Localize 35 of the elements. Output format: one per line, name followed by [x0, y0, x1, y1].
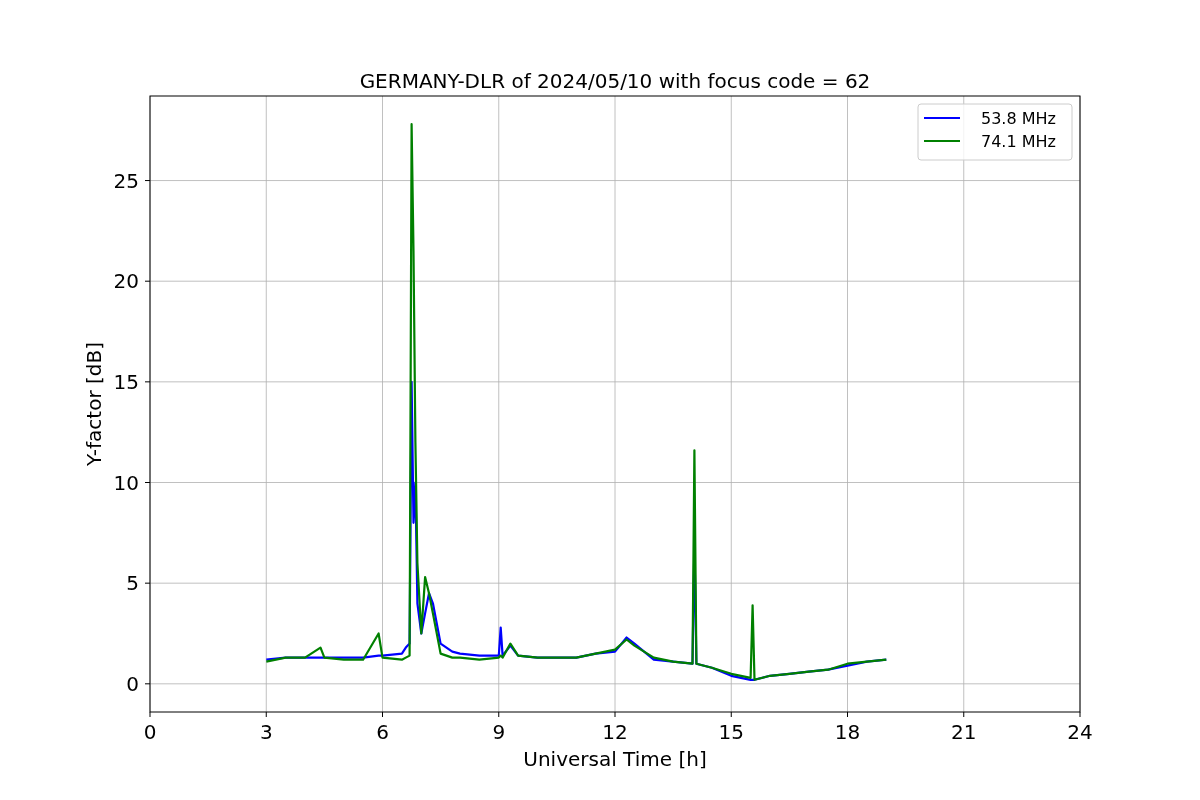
legend-label: 53.8 MHz [981, 109, 1056, 128]
tick-mark [382, 711, 383, 718]
tick-mark [144, 582, 151, 584]
y-tick-label: 5 [126, 571, 139, 596]
x-tick-label: 6 [376, 720, 389, 744]
x-tick-label: 21 [951, 720, 977, 744]
tick-mark [144, 683, 151, 685]
tick-mark [730, 711, 732, 718]
tick-mark [847, 711, 848, 718]
tick-mark [1079, 711, 1081, 718]
tick-mark [144, 180, 151, 182]
tick-mark [144, 482, 151, 483]
tick-mark [149, 711, 151, 718]
y-axis-label: Y-factor [dB] [82, 342, 106, 466]
x-tick-label: 15 [718, 720, 744, 744]
chart-title: GERMANY-DLR of 2024/05/10 with focus code = 62 [359, 69, 871, 93]
tick-mark [265, 711, 267, 718]
legend-label: 74.1 MHz [981, 132, 1056, 151]
x-tick-label: 24 [1067, 720, 1093, 744]
y-tick-label: 0 [126, 671, 139, 696]
x-tick-label: 12 [602, 720, 628, 744]
y-tick-label: 15 [113, 369, 139, 394]
tick-mark [144, 280, 151, 282]
y-tick-label: 20 [113, 269, 139, 294]
y-tick-label: 10 [113, 470, 139, 495]
x-tick-label: 9 [492, 720, 506, 744]
y-tick-label: 25 [113, 168, 139, 193]
x-tick-label: 0 [143, 720, 157, 744]
x-tick-label: 3 [259, 720, 273, 744]
tick-mark [614, 711, 616, 718]
tick-mark [963, 711, 965, 718]
tick-mark [498, 711, 500, 718]
tick-mark [144, 381, 151, 383]
x-tick-label: 18 [834, 720, 861, 744]
x-axis-label: Universal Time [h] [523, 747, 707, 771]
